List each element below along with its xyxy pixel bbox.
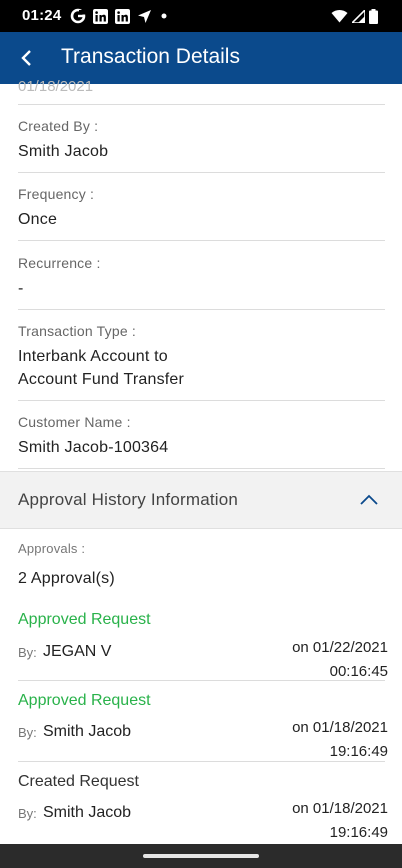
customer-name-label: Customer Name : <box>18 414 131 430</box>
frequency-value: Once <box>18 211 58 228</box>
google-icon <box>70 8 86 24</box>
entry-date-line1: on 01/18/2021 <box>292 800 388 817</box>
entry-date-line1: on 01/22/2021 <box>292 639 388 656</box>
recurrence-label: Recurrence : <box>18 255 101 271</box>
linkedin-icon <box>114 8 130 24</box>
entry-status: Created Request <box>18 773 139 790</box>
approvals-label: Approvals : <box>18 541 86 556</box>
transaction-type-label: Transaction Type : <box>18 323 136 339</box>
created-by-value: Smith Jacob <box>18 143 109 160</box>
entry-by-label: By: <box>18 645 37 660</box>
entry-by-label: By: <box>18 806 37 821</box>
frequency-label: Frequency : <box>18 186 95 202</box>
divider <box>18 240 385 241</box>
entry-by-label: By: <box>18 725 37 740</box>
entry-name: Smith Jacob <box>43 723 132 740</box>
navigation-icon <box>136 8 152 24</box>
dot-icon <box>160 8 168 24</box>
home-gesture-handle[interactable] <box>143 854 259 858</box>
entry-status: Approved Request <box>18 611 151 628</box>
approvals-value: 2 Approval(s) <box>18 570 115 587</box>
entry-name: Smith Jacob <box>43 804 132 821</box>
entry-date: on 01/18/2021 19:16:49 <box>292 716 388 764</box>
divider <box>18 761 385 762</box>
customer-name-value: Smith Jacob-100364 <box>18 439 169 456</box>
status-time: 01:24 <box>22 7 62 24</box>
chevron-left-icon <box>21 50 31 66</box>
chevron-up-icon[interactable] <box>359 492 379 508</box>
approval-history-title: Approval History Information <box>18 490 239 509</box>
divider <box>18 172 385 173</box>
divider <box>18 400 385 401</box>
divider <box>18 680 385 681</box>
back-button[interactable] <box>12 40 40 76</box>
entry-date: on 01/18/2021 19:16:49 <box>292 797 388 845</box>
entry-date-line2: 19:16:49 <box>329 824 388 841</box>
recurrence-value: - <box>18 280 24 297</box>
page-title: Transaction Details <box>61 45 240 68</box>
divider <box>18 468 385 469</box>
entry-date: on 01/22/2021 00:16:45 <box>292 636 388 684</box>
divider <box>18 104 385 105</box>
entry-name: JEGAN V <box>43 643 112 660</box>
divider <box>18 309 385 310</box>
transaction-type-value-line1: Interbank Account to <box>18 348 168 365</box>
wifi-icon <box>330 8 348 24</box>
transaction-type-value-line2: Account Fund Transfer <box>18 371 185 388</box>
battery-icon <box>368 8 378 24</box>
created-by-label: Created By : <box>18 118 99 134</box>
linkedin-icon <box>92 8 108 24</box>
entry-date-line1: on 01/18/2021 <box>292 719 388 736</box>
signal-icon <box>351 8 365 24</box>
entry-status: Approved Request <box>18 692 151 709</box>
faded-date-value: 01/18/2021 <box>18 78 94 95</box>
